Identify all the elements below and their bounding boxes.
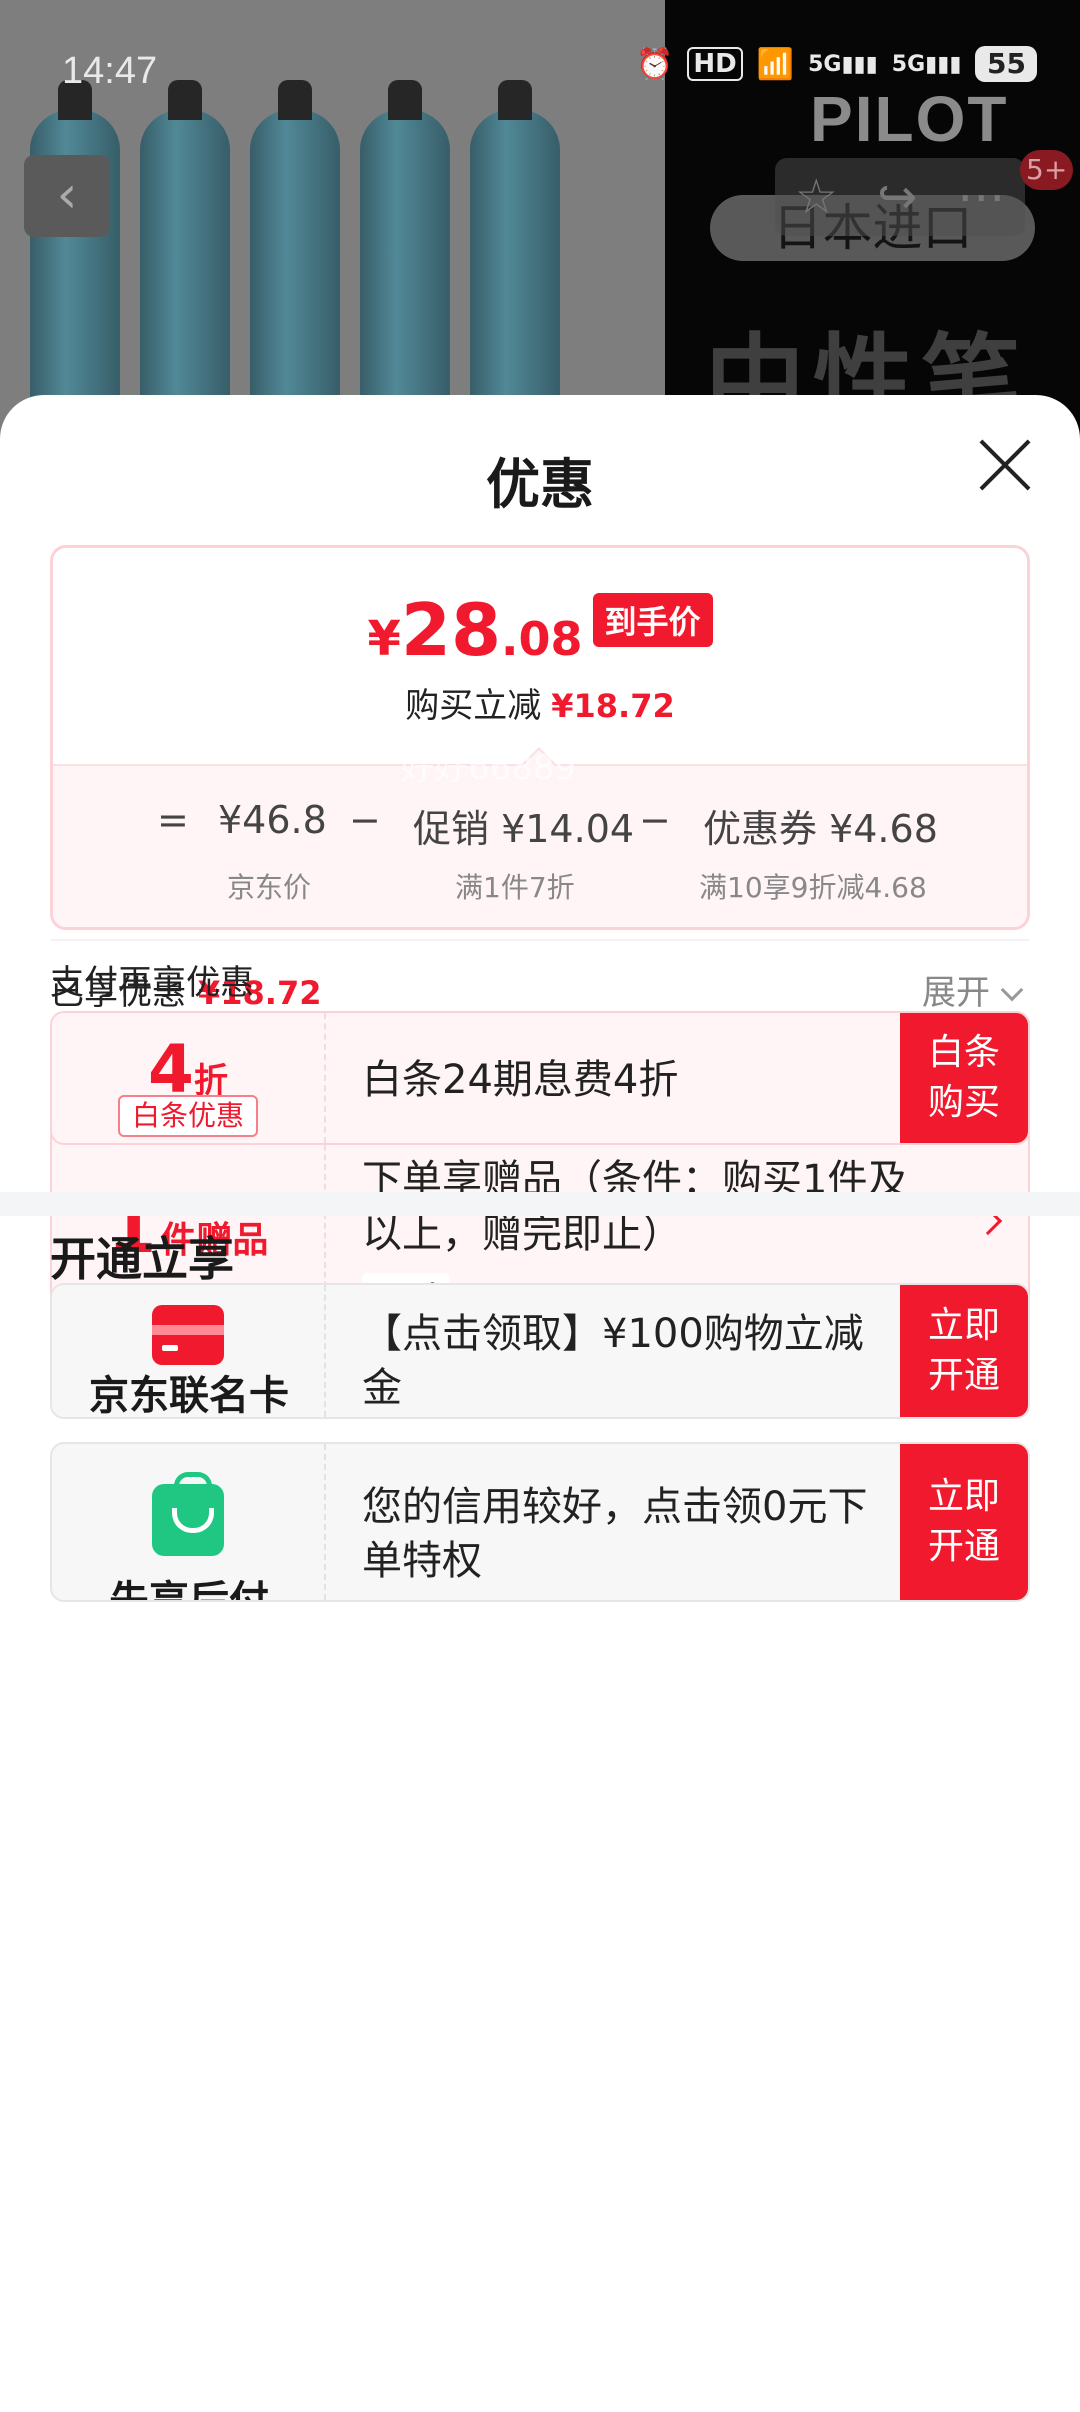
price-card: ¥28.08 到手价 购买立减 ¥18.72 = ¥46.8 − 促销 ¥14.04… [50, 545, 1030, 930]
saved-value: ¥18.72 [551, 687, 675, 725]
cart-badge: 5+ [1020, 150, 1074, 190]
minus-sign: − [639, 798, 671, 842]
jd-price: ¥46.8 [218, 798, 327, 842]
signal-5g-icon: 5G▮▮▮ [808, 51, 878, 77]
top-action-bar: ☆ ↪ ⋯ [775, 158, 1025, 236]
star-icon[interactable]: ☆ [795, 169, 838, 225]
hd-icon: HD [687, 47, 743, 81]
baitiao-tag: 白条优惠 [118, 1095, 258, 1137]
discount-sheet: 优惠 ¥28.08 到手价 购买立减 ¥18.72 = ¥46.8 − 促销 ¥14… [0, 395, 1080, 2412]
wifi-icon: 📶 [756, 46, 795, 82]
back-button[interactable]: ‹ [24, 155, 110, 237]
coupon-label: 满10享9折减4.68 [699, 871, 927, 904]
status-icons: ⏰ HD 📶 5G▮▮▮ 5G▮▮▮ 55 [636, 46, 1038, 82]
share-icon[interactable]: ↪ [877, 169, 917, 225]
minus-sign: − [349, 798, 381, 842]
open-now-label: 立即开通 [927, 1305, 1000, 1396]
item-description: 【点击领取】¥100购物立减金 [362, 1311, 864, 1411]
saved-line: 购买立减 ¥18.72 [53, 678, 1027, 727]
baitiao-buy-button[interactable]: 白条购买 [900, 1013, 1028, 1143]
price-integer: 28 [400, 588, 502, 672]
breakdown-row: = ¥46.8 − 促销 ¥14.04 − 优惠券 ¥4.68 [53, 798, 1027, 851]
alarm-icon: ⏰ [636, 46, 674, 82]
promo-discount: 促销 ¥14.04 [413, 807, 635, 851]
battery-icon: 55 [975, 46, 1038, 82]
sheet-title: 优惠 [486, 453, 594, 516]
chevron-down-icon [1000, 978, 1024, 1002]
jd-price-label: 京东价 [227, 871, 312, 904]
network-label: 5G [891, 51, 926, 77]
card-brand-panel: 京东联名卡 [52, 1285, 326, 1417]
final-price: ¥28.08 到手价 [53, 588, 1027, 672]
open-now-button[interactable]: 立即开通 [900, 1444, 1028, 1600]
baitiao-buy-label: 白条购买 [927, 1032, 1000, 1123]
price-summary: ¥28.08 到手价 购买立减 ¥18.72 [53, 548, 1027, 764]
expand-label: 展开 [922, 973, 990, 1013]
open-now-label: 立即开通 [927, 1476, 1000, 1567]
divider [50, 939, 1030, 941]
credit-card-icon [152, 1305, 224, 1365]
discount-panel: 4折 白条优惠 [52, 1013, 326, 1143]
item-name: 先享后付 [109, 1578, 269, 1602]
currency-symbol: ¥ [367, 611, 401, 667]
payment-discount-card[interactable]: 4折 白条优惠 白条24期息费4折 白条购买 [50, 1011, 1030, 1145]
jd-co-brand-card[interactable]: 京东联名卡 【点击领取】¥100购物立减金 立即开通 [50, 1283, 1030, 1419]
coupon-discount: 优惠券 ¥4.68 [703, 807, 938, 851]
network-label: 5G [808, 51, 842, 77]
status-bar: 14:47 ⏰ HD 📶 5G▮▮▮ 5G▮▮▮ 55 [0, 0, 1080, 140]
payment-description: 白条24期息费4折 [362, 1057, 679, 1103]
shopping-bag-icon [152, 1472, 224, 1556]
more-icon[interactable]: ⋯ [957, 169, 1005, 225]
section-gap [0, 1192, 1080, 1216]
watermark: 好好66889 [400, 748, 577, 788]
price-decimal: .08 [501, 612, 583, 666]
expand-button[interactable]: 展开 [922, 965, 1024, 1014]
payment-section-label: 支付再享优惠 [50, 963, 254, 1003]
pay-later-panel: 先享后付 [52, 1444, 326, 1600]
item-description: 您的信用较好，点击领0元下单特权 [362, 1484, 868, 1584]
item-name: 京东联名卡 [89, 1373, 289, 1419]
signal-5g-icon: 5G▮▮▮ [891, 51, 962, 77]
promo-label: 满1件7折 [455, 871, 575, 904]
saved-label: 购买立减 [405, 686, 542, 726]
pay-later-card[interactable]: 先享后付 您的信用较好，点击领0元下单特权 立即开通 [50, 1442, 1030, 1602]
close-icon[interactable] [975, 435, 1035, 495]
equals-sign: = [157, 798, 189, 842]
chevron-left-icon: ‹ [56, 165, 78, 225]
status-time: 14:47 [62, 50, 158, 92]
final-price-tag: 到手价 [592, 593, 713, 647]
open-now-button[interactable]: 立即开通 [900, 1285, 1028, 1417]
open-section-title: 开通立享 [50, 1232, 234, 1286]
